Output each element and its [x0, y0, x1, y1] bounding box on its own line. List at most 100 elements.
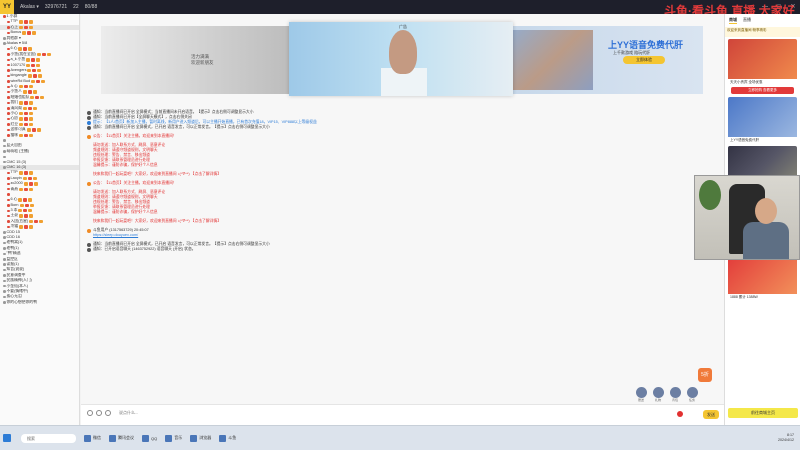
- record-icon[interactable]: [677, 411, 683, 417]
- channel-item[interactable]: 你的心想把你的鸭: [0, 300, 79, 305]
- system-clock[interactable]: 8:17 2024/4/12: [778, 433, 794, 443]
- level-badge-icon: [28, 47, 33, 51]
- ad-banner[interactable]: 活力满满 欢迎新朋友 上YY语音免费代肝 上千款游戏 陪玩代肝 立即体验 广告: [101, 22, 703, 96]
- level-badge-icon: [29, 133, 34, 137]
- level-badge-icon: [37, 74, 42, 78]
- status-dot-icon: [7, 58, 10, 62]
- level-badge-icon: [29, 203, 34, 208]
- webcam-video[interactable]: [694, 175, 800, 260]
- level-badge-icon: [32, 68, 37, 73]
- level-badge-icon: [31, 79, 36, 84]
- level-badge-icon: [36, 79, 41, 84]
- level-badge-icon: [29, 112, 34, 116]
- level-badge-icon: [31, 58, 36, 62]
- taskbar-app[interactable]: 微信: [84, 434, 101, 442]
- product-image: [728, 254, 797, 294]
- shop-notice: 欢迎来到直播间 畅享精彩: [725, 27, 800, 37]
- status-dot-icon: [7, 128, 10, 132]
- start-icon[interactable]: [3, 434, 11, 442]
- level-badge-icon: [27, 176, 32, 181]
- chat-message-text: 快来和我们一起玩耍吧！大家好，欢迎来到直播间 ♪(^∇^*) 【点击了解详情】: [93, 172, 222, 176]
- level-badge-icon: [27, 74, 32, 78]
- level-badge-icon: [33, 182, 38, 186]
- status-dot-icon: [7, 90, 10, 94]
- chat-input[interactable]: [119, 410, 319, 415]
- level-badge-icon: [24, 25, 29, 30]
- promo-badge[interactable]: 5折: [698, 368, 712, 382]
- status-dot-icon: [7, 198, 10, 202]
- level-badge-icon: [23, 209, 28, 213]
- level-badge-icon: [23, 47, 28, 51]
- banner-right-image[interactable]: 上YY语音免费代肝 上千款游戏 陪玩代肝 立即体验: [513, 26, 703, 94]
- taskbar-app[interactable]: 斗鱼: [219, 434, 236, 442]
- notice-icon: [87, 120, 91, 125]
- image-icon[interactable]: [96, 410, 102, 416]
- status-dot-icon: [3, 241, 6, 245]
- chat-message-text: 温馨提示：谨防诈骗，保护好个人信息: [93, 210, 158, 214]
- level-badge-icon: [18, 171, 23, 175]
- more-icon[interactable]: [105, 410, 111, 416]
- chat-log: 通知：当前直播间已开启 全屏模式；当前直播间未开启语音。【提示】点击右侧可调整显…: [87, 110, 717, 315]
- send-button[interactable]: 发送: [703, 410, 719, 419]
- taskbar-app[interactable]: 腾讯会议: [109, 434, 134, 442]
- gift-icon: [669, 387, 681, 398]
- chat-message-text: 公告：【11首页】关注主播，欢迎来到本直播间！: [93, 181, 177, 185]
- product-card[interactable]: 1888 累计 1388W: [728, 254, 797, 301]
- channel-item-label: 萌萌哒 (主播): [6, 148, 30, 153]
- online-count: 22: [73, 4, 79, 10]
- status-dot-icon: [3, 231, 6, 234]
- level-badge-icon: [24, 122, 29, 127]
- taskbar-app[interactable]: 音乐: [165, 434, 182, 442]
- taskbar-search[interactable]: 搜索: [21, 433, 76, 443]
- level-badge-icon: [27, 90, 32, 94]
- emoji-icon[interactable]: [87, 410, 93, 416]
- gift-item[interactable]: 背包: [668, 387, 682, 402]
- buy-button[interactable]: 立即抢购 查看更多: [731, 87, 794, 94]
- level-badge-icon: [24, 214, 29, 218]
- tab-shop[interactable]: 商城: [729, 17, 737, 24]
- level-badge-icon: [19, 25, 24, 30]
- banner-center-image[interactable]: 广告: [289, 22, 513, 96]
- chat-link[interactable]: https://sleep.douyuex.com/: [93, 233, 138, 238]
- banner-left-image[interactable]: 活力满满 欢迎新朋友: [101, 26, 289, 94]
- shop-home-button[interactable]: 前往商城主页: [728, 408, 798, 418]
- banner-cta-button[interactable]: 立即体验: [623, 56, 665, 64]
- status-dot-icon: [7, 63, 10, 67]
- member-count: 80/88: [84, 4, 98, 10]
- notice-icon: [87, 242, 91, 247]
- product-card[interactable]: 上YY语音免费代肝: [728, 97, 797, 144]
- product-card[interactable]: 天天小贵宾 全场优惠 立即抢购 查看更多: [728, 39, 797, 95]
- level-badge-icon: [24, 117, 29, 121]
- gift-item[interactable]: 任务: [685, 387, 699, 402]
- taskbar-app[interactable]: QQ: [142, 434, 157, 442]
- channel-item-label: 你的心想把你的鸭: [6, 299, 37, 304]
- level-badge-icon: [18, 20, 23, 24]
- level-badge-icon: [26, 63, 31, 67]
- level-badge-icon: [24, 187, 29, 191]
- status-dot-icon: [7, 225, 10, 229]
- notice-icon: [87, 110, 91, 115]
- tab-live[interactable]: 直播: [743, 17, 751, 24]
- level-badge-icon: [24, 112, 29, 116]
- streamer-body: [743, 222, 789, 259]
- level-badge-icon: [19, 187, 24, 191]
- gift-bar: 赠送 礼物 背包 任务: [634, 387, 699, 402]
- level-badge-icon: [24, 101, 29, 105]
- level-badge-icon: [22, 31, 27, 35]
- level-badge-icon: [36, 52, 41, 57]
- level-badge-icon: [28, 20, 33, 24]
- notice-icon: [87, 228, 91, 233]
- gift-icon: [635, 387, 647, 398]
- level-badge-icon: [19, 101, 24, 105]
- gift-item[interactable]: 赠送: [634, 387, 648, 402]
- game-characters-image: [513, 30, 593, 90]
- taskbar-app[interactable]: 浏览器: [190, 434, 211, 442]
- channel-menu[interactable]: Akalas ▾: [20, 4, 39, 10]
- level-badge-icon: [28, 182, 33, 186]
- plant-image: [699, 180, 721, 210]
- status-dot-icon: [3, 42, 6, 45]
- gift-item[interactable]: 礼物: [651, 387, 665, 402]
- notice-icon: [87, 125, 91, 130]
- app-icon: [109, 434, 116, 442]
- status-dot-icon: [7, 134, 10, 137]
